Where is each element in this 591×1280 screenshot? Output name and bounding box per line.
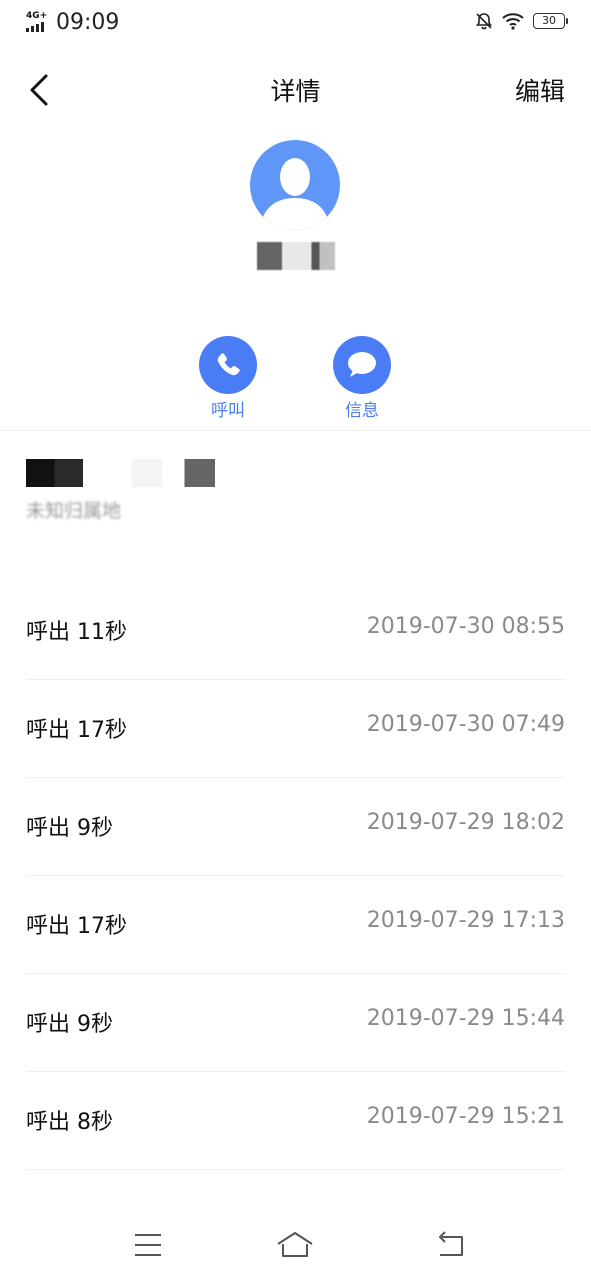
call-timestamp: 2019-07-29 15:21 <box>366 1104 565 1129</box>
call-log-row[interactable]: 呼出 11秒 2019-07-30 08:55 <box>0 582 591 680</box>
contact-name <box>0 242 591 274</box>
person-icon <box>260 158 330 230</box>
contact-avatar <box>250 140 340 230</box>
call-log-list: 呼出 11秒 2019-07-30 08:55 呼出 17秒 2019-07-3… <box>0 582 591 1170</box>
call-timestamp: 2019-07-30 07:49 <box>366 712 565 737</box>
call-circle[interactable] <box>199 336 257 394</box>
call-log-row[interactable]: 呼出 9秒 2019-07-29 18:02 <box>0 778 591 876</box>
chat-bubble-icon <box>348 352 376 377</box>
title-bar: 详情 编辑 <box>0 60 591 120</box>
network-type: 4G+ <box>26 11 48 21</box>
signal-icon <box>26 22 44 32</box>
call-log-row[interactable]: 呼出 17秒 2019-07-29 17:13 <box>0 876 591 974</box>
number-location: 未知归属地 <box>26 500 122 522</box>
call-type-duration: 呼出 8秒 <box>26 1110 113 1135</box>
call-type-duration: 呼出 11秒 <box>26 620 127 645</box>
divider <box>0 430 591 431</box>
back-icon[interactable] <box>432 1228 472 1262</box>
message-button[interactable]: 信息 <box>317 336 407 421</box>
page-title: 详情 <box>270 77 321 106</box>
status-bar: 4G+ 09:09 30 <box>0 0 591 48</box>
phone-icon <box>217 353 240 376</box>
call-timestamp: 2019-07-30 08:55 <box>366 614 565 639</box>
call-log-row[interactable]: 呼出 9秒 2019-07-29 15:44 <box>0 974 591 1072</box>
call-button[interactable]: 呼叫 <box>183 336 273 421</box>
call-type-duration: 呼出 17秒 <box>26 914 127 939</box>
call-timestamp: 2019-07-29 17:13 <box>366 908 565 933</box>
call-label: 呼叫 <box>211 401 245 421</box>
call-type-duration: 呼出 9秒 <box>26 1012 113 1037</box>
phone-number-redacted[interactable] <box>26 459 246 487</box>
contact-name-redacted <box>256 242 335 270</box>
battery-icon: 30 <box>533 13 568 29</box>
call-timestamp: 2019-07-29 15:44 <box>366 1006 565 1031</box>
row-divider <box>26 1169 565 1170</box>
call-type-duration: 呼出 9秒 <box>26 816 113 841</box>
call-log-row[interactable]: 呼出 8秒 2019-07-29 15:21 <box>0 1072 591 1170</box>
system-nav-bar <box>0 1210 591 1280</box>
status-time: 09:09 <box>56 10 120 35</box>
edit-button[interactable]: 编辑 <box>515 72 565 108</box>
wifi-icon <box>502 13 524 30</box>
call-timestamp: 2019-07-29 18:02 <box>366 810 565 835</box>
menu-icon[interactable] <box>128 1228 168 1262</box>
mute-bell-icon <box>475 13 493 30</box>
contact-actions: 呼叫 信息 <box>0 336 591 426</box>
home-icon[interactable] <box>275 1228 315 1262</box>
call-log-row[interactable]: 呼出 17秒 2019-07-30 07:49 <box>0 680 591 778</box>
message-label: 信息 <box>345 401 379 421</box>
call-type-duration: 呼出 17秒 <box>26 718 127 743</box>
message-circle[interactable] <box>333 336 391 394</box>
